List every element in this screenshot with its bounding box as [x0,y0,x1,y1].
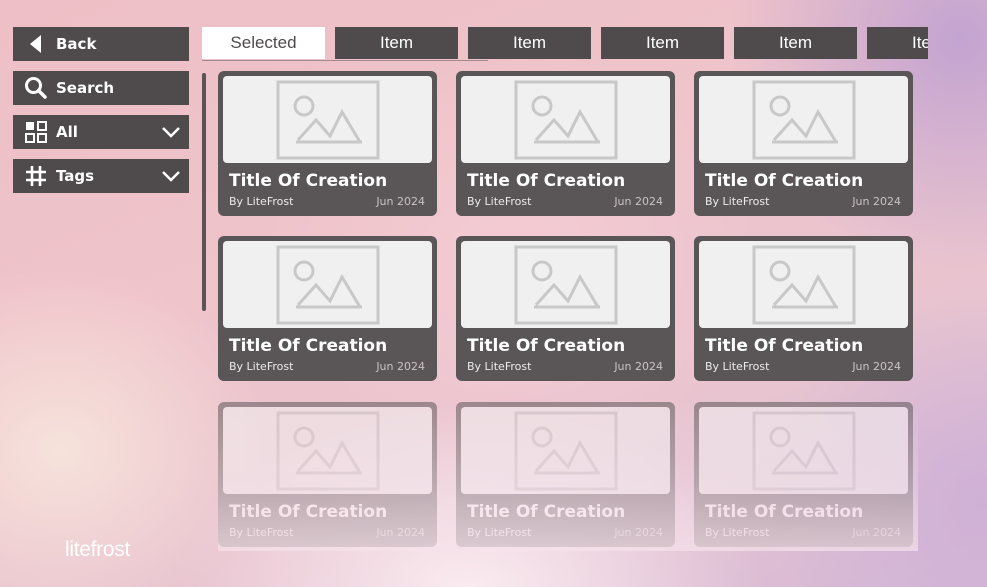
card-author: By LiteFrost [467,195,532,208]
creation-card[interactable]: Title Of Creation By LiteFrost Jun 2024 [694,236,913,381]
card-date: Jun 2024 [852,526,901,539]
card-title: Title Of Creation [229,502,388,522]
search-icon [24,76,48,100]
image-placeholder-icon [699,76,908,163]
tab-item[interactable]: Item [867,27,928,59]
card-date: Jun 2024 [376,195,425,208]
chevron-down-icon [162,171,180,182]
card-author: By LiteFrost [705,526,770,539]
tab-underline [202,60,488,61]
card-title: Title Of Creation [229,336,388,356]
scrollbar[interactable] [202,73,206,311]
tab-item[interactable]: Item [335,27,458,59]
card-date: Jun 2024 [614,195,663,208]
card-title: Title Of Creation [705,171,864,191]
image-placeholder-icon [461,241,670,328]
card-title: Title Of Creation [705,502,864,522]
search-label: Search [56,79,115,97]
back-label: Back [56,35,97,53]
tags-label: Tags [56,167,95,185]
card-date: Jun 2024 [614,526,663,539]
creation-card[interactable]: Title Of Creation By LiteFrost Jun 2024 [218,71,437,216]
card-title: Title Of Creation [229,171,388,191]
tab-item[interactable]: Item [468,27,591,59]
creation-card[interactable]: Title Of Creation By LiteFrost Jun 2024 [456,236,675,381]
card-author: By LiteFrost [229,195,294,208]
card-date: Jun 2024 [614,360,663,373]
card-date: Jun 2024 [852,195,901,208]
tags-filter-dropdown[interactable]: Tags [13,159,189,193]
card-author: By LiteFrost [705,360,770,373]
card-title: Title Of Creation [705,336,864,356]
image-placeholder-icon [461,76,670,163]
tab-bar: Selected Item Item Item Item Item [202,27,928,60]
back-arrow-icon [24,32,48,56]
all-filter-dropdown[interactable]: All [13,115,189,149]
image-placeholder-icon [699,241,908,328]
card-author: By LiteFrost [229,526,294,539]
back-button[interactable]: Back [13,27,189,61]
tab-item[interactable]: Item [601,27,724,59]
search-button[interactable]: Search [13,71,189,105]
all-label: All [56,123,78,141]
card-date: Jun 2024 [376,526,425,539]
grid-icon [24,120,48,144]
creation-card[interactable]: Title Of Creation By LiteFrost Jun 2024 [456,71,675,216]
image-placeholder-icon [223,76,432,163]
image-placeholder-icon [461,407,670,494]
card-date: Jun 2024 [852,360,901,373]
tab-selected[interactable]: Selected [202,27,325,59]
hash-icon [24,164,48,188]
card-author: By LiteFrost [467,526,532,539]
card-title: Title Of Creation [467,502,626,522]
creation-card[interactable]: Title Of Creation By LiteFrost Jun 2024 [218,402,437,547]
image-placeholder-icon [223,407,432,494]
card-author: By LiteFrost [705,195,770,208]
creation-card[interactable]: Title Of Creation By LiteFrost Jun 2024 [456,402,675,547]
litefrost-logo: litefrost [65,538,130,561]
chevron-down-icon [162,127,180,138]
creation-grid: Title Of Creation By LiteFrost Jun 2024 … [218,71,918,551]
creation-card[interactable]: Title Of Creation By LiteFrost Jun 2024 [218,236,437,381]
card-author: By LiteFrost [467,360,532,373]
card-title: Title Of Creation [467,171,626,191]
card-author: By LiteFrost [229,360,294,373]
image-placeholder-icon [223,241,432,328]
card-title: Title Of Creation [467,336,626,356]
image-placeholder-icon [699,407,908,494]
tab-item[interactable]: Item [734,27,857,59]
card-date: Jun 2024 [376,360,425,373]
creation-card[interactable]: Title Of Creation By LiteFrost Jun 2024 [694,402,913,547]
creation-card[interactable]: Title Of Creation By LiteFrost Jun 2024 [694,71,913,216]
